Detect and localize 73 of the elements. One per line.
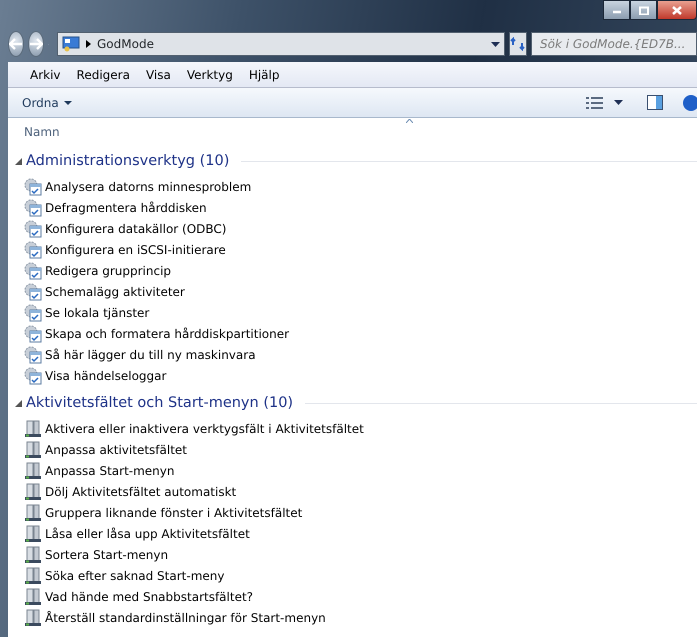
list-item[interactable]: Skapa och formatera hårddiskpartitioner	[45, 325, 290, 344]
back-arrow-icon	[9, 38, 23, 50]
maximize-icon	[638, 6, 650, 14]
gear-checklist-icon	[24, 283, 42, 302]
address-path: GodMode	[97, 36, 155, 53]
list-item[interactable]: Gruppera liknande fönster i Aktivitetsfältet	[45, 504, 302, 522]
close-icon	[671, 6, 683, 14]
menu-item[interactable]: Visa	[138, 64, 179, 86]
maximize-button[interactable]	[630, 0, 657, 20]
address-bar[interactable]: GodMode	[57, 32, 505, 56]
list-item[interactable]: Aktivera eller inaktivera verktygsfält i Aktivitetsfältet	[45, 420, 364, 438]
search-field[interactable]: Sök i GodMode.{ED7B...	[531, 32, 697, 56]
list-item[interactable]: Schemalägg aktiviteter	[45, 283, 185, 302]
taskbar-icon	[24, 483, 42, 501]
menu-item[interactable]: Hjälp	[240, 64, 288, 86]
gear-checklist-icon	[24, 199, 42, 218]
gear-checklist-icon	[24, 178, 42, 196]
minimize-button[interactable]	[603, 0, 630, 20]
gear-checklist-icon	[24, 367, 42, 386]
preview-pane-icon[interactable]	[647, 95, 663, 110]
help-icon[interactable]	[683, 94, 697, 110]
taskbar-icon	[24, 609, 42, 627]
expand-toggle-icon[interactable]	[15, 158, 22, 166]
list-item[interactable]: Visa händelseloggar	[45, 367, 166, 386]
forward-button[interactable]	[28, 31, 44, 57]
dropdown-arrow-icon[interactable]	[491, 42, 500, 46]
taskbar-icon	[24, 504, 42, 522]
group-header[interactable]: Aktivitetsfältet och Start-menyn (10)	[26, 392, 294, 414]
taskbar-icon	[24, 567, 42, 585]
back-button[interactable]	[8, 31, 24, 57]
list-item[interactable]: Konfigurera en iSCSI-initierare	[45, 241, 226, 260]
list-item[interactable]: Anpassa aktivitetsfältet	[45, 441, 187, 459]
list-item[interactable]: Defragmentera hårddisken	[45, 199, 207, 218]
gear-checklist-icon	[24, 346, 42, 364]
list-item[interactable]: Vad hände med Snabbstartsfältet?	[45, 588, 254, 606]
expand-toggle-icon[interactable]	[15, 400, 22, 408]
refresh-button[interactable]	[509, 32, 527, 56]
gear-checklist-icon	[24, 325, 42, 344]
control-panel-icon	[62, 36, 80, 52]
list-item[interactable]: Låsa eller låsa upp Aktivitetsfältet	[45, 525, 250, 543]
breadcrumb-arrow-icon	[86, 40, 91, 48]
gear-checklist-icon	[24, 262, 42, 280]
gear-checklist-icon	[24, 304, 42, 322]
forward-arrow-icon	[29, 38, 43, 50]
taskbar-icon	[24, 546, 42, 564]
list-item[interactable]: Sortera Start-menyn	[45, 546, 168, 564]
close-button[interactable]	[657, 0, 697, 20]
column-header[interactable]: Namn	[24, 122, 60, 140]
taskbar-icon	[24, 462, 42, 480]
taskbar-icon	[24, 441, 42, 459]
list-item[interactable]: Återställ standardinställningar för Start-menyn	[45, 609, 326, 627]
list-item[interactable]: Se lokala tjänster	[45, 304, 150, 322]
menu-item[interactable]: Verktyg	[178, 64, 241, 86]
refresh-icon	[510, 37, 526, 51]
list-item[interactable]: Anpassa Start-menyn	[45, 462, 174, 480]
view-dropdown-icon[interactable]	[614, 100, 623, 105]
caret-icon	[64, 100, 72, 104]
list-item[interactable]: Konfigurera datakällor (ODBC)	[45, 220, 226, 238]
gear-checklist-icon	[24, 220, 42, 238]
taskbar-icon	[24, 420, 42, 438]
list-item[interactable]: Analysera datorns minnesproblem	[45, 178, 252, 196]
view-list-icon[interactable]	[586, 96, 604, 110]
organize-button[interactable]: Ordna	[18, 92, 76, 114]
menu-item[interactable]: Redigera	[68, 64, 138, 86]
gear-checklist-icon	[24, 241, 42, 260]
menu-item[interactable]: Arkiv	[22, 64, 69, 86]
list-item[interactable]: Redigera grupprincip	[45, 262, 172, 280]
list-item[interactable]: Söka efter saknad Start-meny	[45, 567, 224, 585]
list-item[interactable]: Dölj Aktivitetsfältet automatiskt	[45, 483, 236, 501]
taskbar-icon	[24, 525, 42, 543]
taskbar-icon	[24, 588, 42, 606]
group-header[interactable]: Administrationsverktyg (10)	[26, 151, 230, 173]
list-item[interactable]: Så här lägger du till ny maskinvara	[45, 346, 256, 364]
